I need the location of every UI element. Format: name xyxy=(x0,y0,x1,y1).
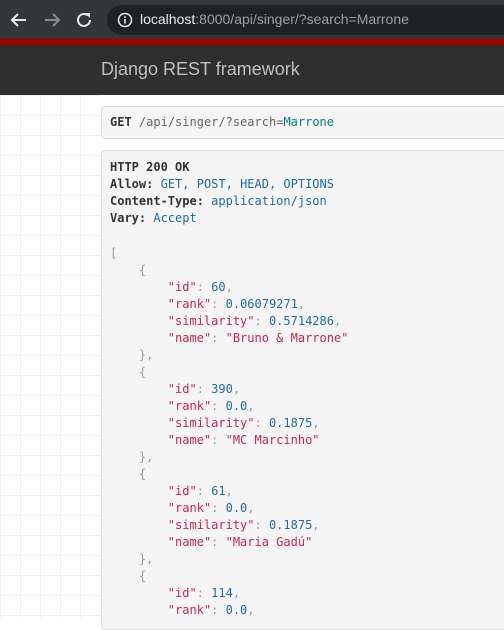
browser-toolbar: localhost:8000/api/singer/?search=Marron… xyxy=(0,0,504,39)
forward-button[interactable] xyxy=(40,8,64,32)
request-path: /api/singer/?search=Marrone xyxy=(138,115,335,129)
address-bar[interactable]: localhost:8000/api/singer/?search=Marron… xyxy=(107,5,504,35)
url-host: localhost xyxy=(140,11,196,27)
brand-link[interactable]: Django REST framework xyxy=(101,59,300,80)
json-field-rank: "rank": 0.0, xyxy=(167,603,255,617)
json-field-similarity: "similarity": 0.1875, xyxy=(167,518,320,532)
header-vary: Vary: Accept xyxy=(110,211,197,225)
json-field-id: "id": 60, xyxy=(167,280,233,294)
json-field-id: "id": 61, xyxy=(167,484,233,498)
json-field-similarity: "similarity": 0.1875, xyxy=(167,416,320,430)
response-status: HTTP 200 OK xyxy=(110,160,190,174)
background-grid xyxy=(0,95,100,618)
json-field-rank: "rank": 0.06079271, xyxy=(167,297,306,311)
navbar: Django REST framework xyxy=(0,45,504,95)
json-field-name: "name": "Maria Gadú" xyxy=(167,535,313,549)
json-object-open: { xyxy=(110,467,147,481)
url-path: :8000/api/singer/?search=Marrone xyxy=(195,11,409,27)
json-object-open: { xyxy=(110,365,147,379)
json-object-close: }, xyxy=(110,552,154,566)
info-icon[interactable] xyxy=(117,12,133,28)
json-field-rank: "rank": 0.0, xyxy=(167,399,255,413)
request-method: GET xyxy=(110,115,132,129)
json-field-name: "name": "Bruno & Marrone" xyxy=(167,331,349,345)
request-info: GET /api/singer/?search=Marrone xyxy=(101,106,504,139)
json-field-rank: "rank": 0.0, xyxy=(167,501,255,515)
url-text[interactable]: localhost:8000/api/singer/?search=Marron… xyxy=(140,11,409,27)
arrow-left-icon xyxy=(10,13,26,27)
back-button[interactable] xyxy=(7,8,31,32)
json-field-id: "id": 390, xyxy=(167,382,241,396)
header-allow: Allow: GET, POST, HEAD, OPTIONS xyxy=(110,177,334,191)
reload-icon xyxy=(77,12,91,27)
response-info: HTTP 200 OK Allow: GET, POST, HEAD, OPTI… xyxy=(101,150,504,630)
json-object-open: { xyxy=(110,569,147,583)
json-field-id: "id": 114, xyxy=(167,586,241,600)
json-field-name: "name": "MC Marcinho" xyxy=(167,433,320,447)
json-field-similarity: "similarity": 0.5714286, xyxy=(167,314,342,328)
arrow-right-icon xyxy=(45,13,61,27)
json-object-close: }, xyxy=(110,348,154,362)
header-content-type: Content-Type: application/json xyxy=(110,194,327,208)
json-object-close: }, xyxy=(110,450,154,464)
json-array-open: [ xyxy=(110,246,118,260)
json-object-open: { xyxy=(110,263,147,277)
reload-button[interactable] xyxy=(72,8,96,32)
